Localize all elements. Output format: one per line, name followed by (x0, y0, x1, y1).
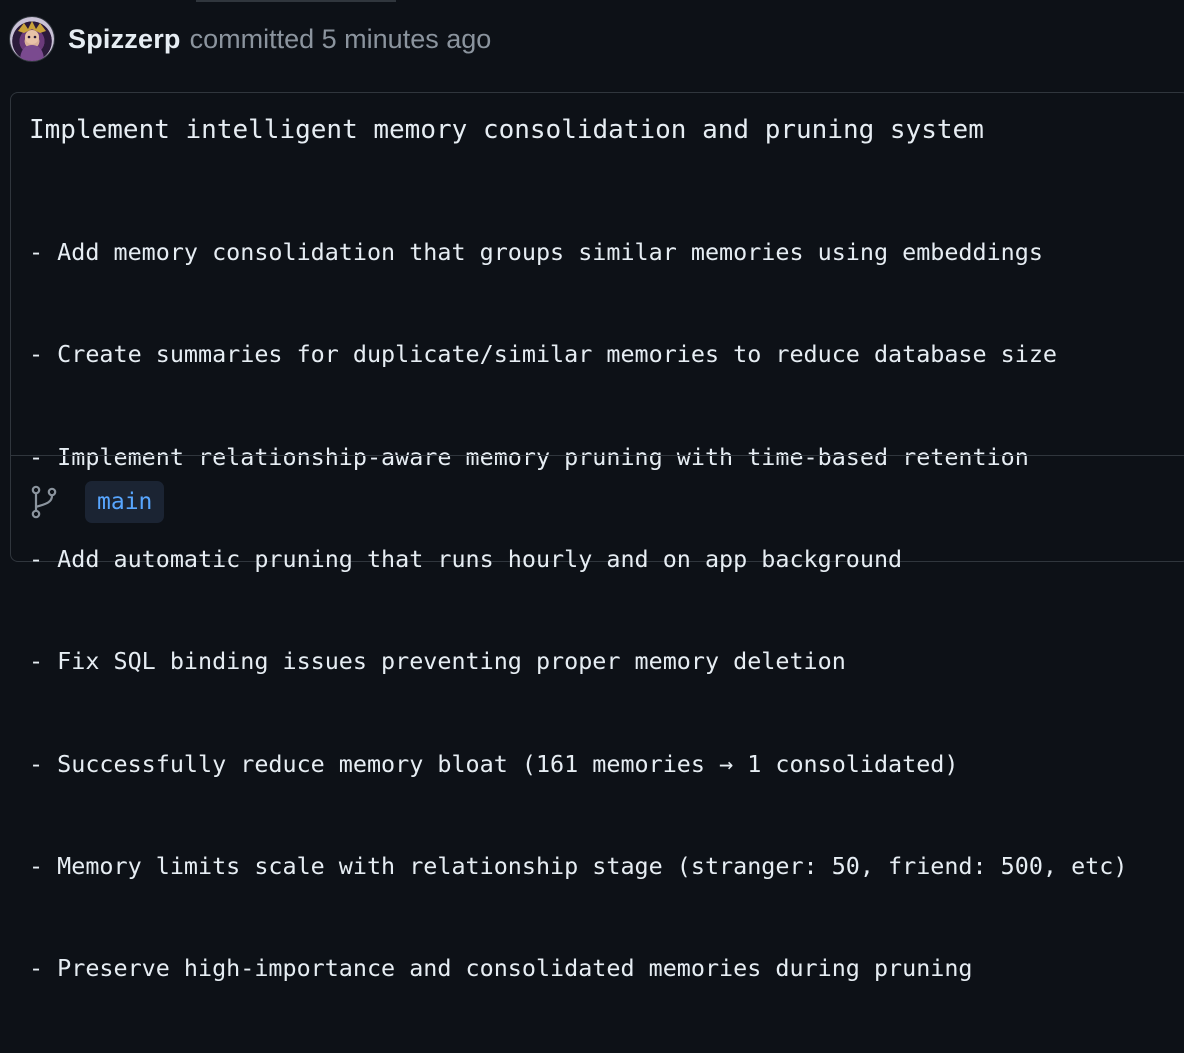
commit-body-line: - Successfully reduce memory bloat (161 … (29, 749, 959, 778)
branch-name-link[interactable]: main (85, 481, 165, 523)
commit-body-line: - Create summaries for duplicate/similar… (29, 340, 1058, 369)
commit-body-line: - Implement relationship-aware memory pr… (29, 442, 1029, 471)
card-divider (11, 455, 1184, 456)
commit-header: Spizzerp committed 5 minutes ago (10, 16, 491, 62)
commit-body-line: - Add automatic pruning that runs hourly… (29, 545, 903, 574)
top-divider (196, 0, 396, 2)
commit-body-line: - Add memory consolidation that groups s… (29, 238, 1043, 267)
commit-time: committed 5 minutes ago (189, 23, 492, 54)
commit-author[interactable]: Spizzerp (68, 24, 181, 55)
git-branch-icon (31, 485, 57, 519)
commit-body: - Add memory consolidation that groups s… (29, 167, 1127, 1053)
commit-message-card: Implement intelligent memory consolidati… (10, 92, 1184, 982)
commit-body-line: - Fix SQL binding issues preventing prop… (29, 647, 846, 676)
avatar-image (18, 21, 46, 61)
commit-body-line: - Memory limits scale with relationship … (29, 851, 1128, 880)
commit-title: Implement intelligent memory consolidati… (29, 115, 984, 145)
commit-body-line: - Preserve high-importance and consolida… (29, 954, 973, 983)
avatar[interactable] (10, 17, 54, 61)
